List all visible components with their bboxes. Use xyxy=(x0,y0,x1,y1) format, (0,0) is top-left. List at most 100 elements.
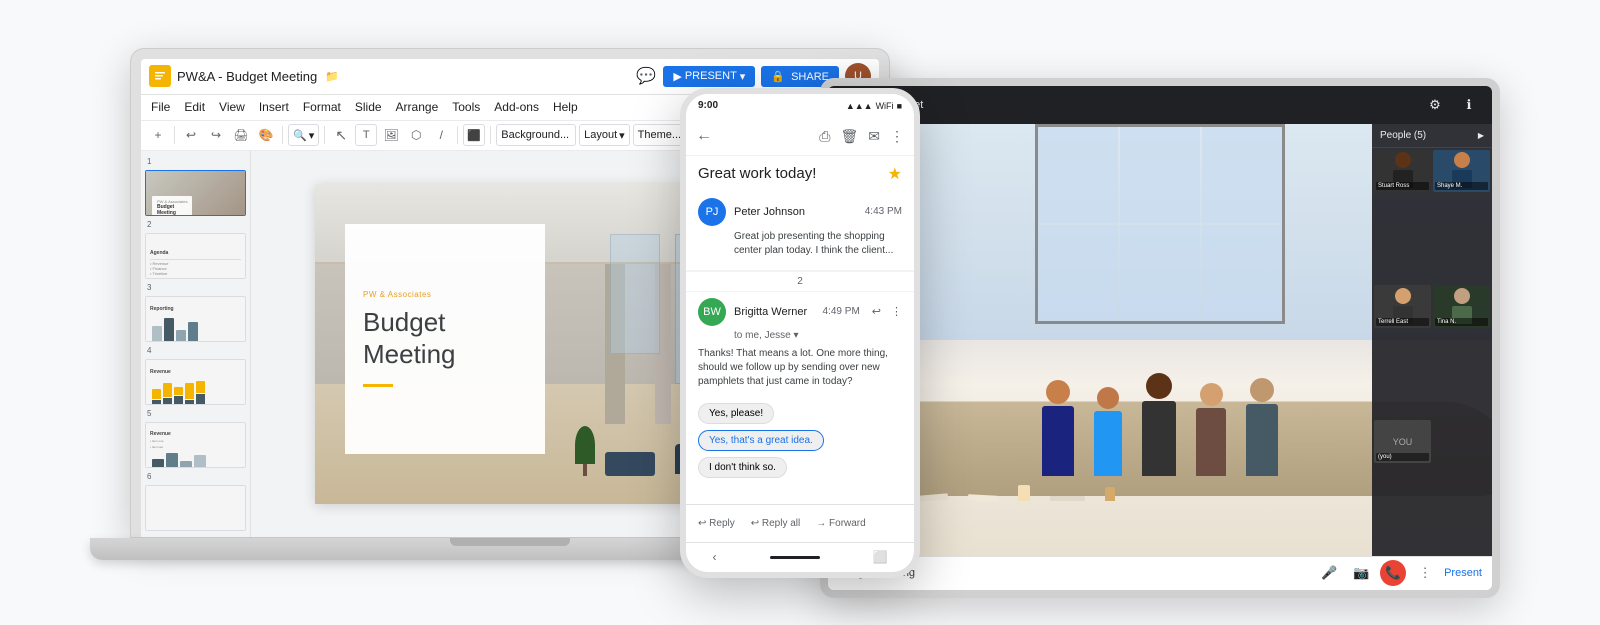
phone-status-bar: 9:00 ▲▲▲ WiFi ■ xyxy=(686,94,914,118)
smart-reply-3[interactable]: I don't think so. xyxy=(698,457,787,478)
sender-row-1: PJ Peter Johnson 4:43 PM xyxy=(698,198,902,226)
pt-head-1 xyxy=(1395,152,1411,168)
theme-btn[interactable]: Theme... xyxy=(633,124,686,146)
person-1 xyxy=(1042,380,1074,476)
slide-thumb-1[interactable]: PW & Associates Budget Meeting xyxy=(145,170,246,216)
nav-home-indicator[interactable] xyxy=(770,556,820,559)
toolbar-sep5 xyxy=(490,126,491,144)
nav-back-btn[interactable]: ‹ xyxy=(713,550,717,564)
textbox-btn[interactable]: T xyxy=(355,124,377,146)
mail-icon[interactable]: ✉ xyxy=(868,128,880,145)
present-link[interactable]: Present xyxy=(1444,567,1482,579)
drive-icon: 📁 xyxy=(325,70,339,83)
more-icon[interactable]: ⋮ xyxy=(890,128,904,145)
more-options-button[interactable]: ⋮ xyxy=(1412,560,1438,586)
paper-2 xyxy=(968,494,998,502)
back-button[interactable]: ← xyxy=(696,127,712,145)
email-message-1: PJ Peter Johnson 4:43 PM Great job prese… xyxy=(686,192,914,271)
zoom-dropdown[interactable]: 🔍 ▾ xyxy=(288,124,319,146)
people-thumb-1: Stuart Ross xyxy=(1374,150,1431,193)
reply-button[interactable]: ↩ Reply xyxy=(698,518,735,529)
person-2 xyxy=(1094,387,1122,476)
redo-btn[interactable]: ↪ xyxy=(205,124,227,146)
menu-view[interactable]: View xyxy=(213,98,251,116)
print-btn[interactable]: 🖨 xyxy=(230,124,252,146)
camera-button[interactable]: 📷 xyxy=(1348,560,1374,586)
menu-edit[interactable]: Edit xyxy=(178,98,211,116)
slide-thumb-6[interactable] xyxy=(145,485,246,531)
table-items xyxy=(908,485,1352,501)
mic-button[interactable]: 🎤 xyxy=(1316,560,1342,586)
more-icon-msg[interactable]: ⋮ xyxy=(891,305,902,318)
person-3 xyxy=(1142,373,1176,476)
battery-icon: ■ xyxy=(897,101,902,111)
person-4 xyxy=(1196,383,1226,476)
line-btn[interactable]: / xyxy=(430,124,452,146)
phone-nav-bar: ‹ ⬜ xyxy=(686,542,914,572)
menu-arrange[interactable]: Arrange xyxy=(390,98,445,116)
menu-tools[interactable]: Tools xyxy=(446,98,486,116)
end-call-button[interactable]: 📞 xyxy=(1380,560,1406,586)
layout-btn[interactable]: Layout ▾ xyxy=(579,124,630,146)
meet-controls: 🎤 📷 📞 ⋮ Present xyxy=(1316,560,1482,586)
menu-addons[interactable]: Add-ons xyxy=(488,98,545,116)
sender-avatar-2: BW xyxy=(698,298,726,326)
forward-button[interactable]: → Forward xyxy=(816,518,865,529)
pt-head-3 xyxy=(1395,288,1411,304)
person-5-head xyxy=(1250,378,1274,402)
menu-format[interactable]: Format xyxy=(297,98,347,116)
person-4-head xyxy=(1200,383,1223,406)
menu-file[interactable]: File xyxy=(145,98,176,116)
nav-square-btn[interactable]: ⬜ xyxy=(873,550,888,564)
slide-num-6: 6 xyxy=(145,472,246,481)
people-collapse-icon[interactable]: ▶ xyxy=(1478,131,1484,140)
slide-thumb-4[interactable]: Revenue xyxy=(145,359,246,405)
reply-all-button[interactable]: ↩ Reply all xyxy=(751,518,801,529)
menu-insert[interactable]: Insert xyxy=(253,98,295,116)
person-1-body xyxy=(1042,406,1074,476)
email-body-2: Thanks! That means a lot. One more thing… xyxy=(698,347,902,397)
sender-info-1: Peter Johnson xyxy=(734,206,857,218)
present-button[interactable]: ▶ PRESENT ▾ xyxy=(663,66,755,87)
slide-thumb-5[interactable]: Revenue • Item one • Item two xyxy=(145,422,246,468)
scene: PW&A - Budget Meeting 📁 💬 ▶ PRESENT ▾ 🔒 xyxy=(100,18,1500,608)
shape-btn[interactable]: ⬡ xyxy=(405,124,427,146)
meet-settings-icon[interactable]: ⚙ xyxy=(1422,92,1448,118)
paint-format-btn[interactable]: 🎨 xyxy=(255,124,277,146)
wifi-icon: WiFi xyxy=(876,101,894,111)
person-5-body xyxy=(1246,404,1278,476)
email-expander[interactable]: 2 xyxy=(686,271,914,292)
add-btn[interactable]: + xyxy=(147,124,169,146)
cursor-btn[interactable]: ↖ xyxy=(330,124,352,146)
slides-app-icon xyxy=(149,65,171,87)
people-thumb-2: Shaye M. xyxy=(1433,150,1490,193)
meet-toolbar: ☰ Google Meet ⚙ ℹ xyxy=(828,86,1492,124)
star-icon[interactable]: ★ xyxy=(888,164,902,184)
slide-thumb-3[interactable]: Reporting xyxy=(145,296,246,342)
smart-reply-2[interactable]: Yes, that's a great idea. xyxy=(698,430,824,451)
person-5 xyxy=(1246,378,1278,476)
comment-icon[interactable]: 💬 xyxy=(635,65,657,87)
sender-avatar-1: PJ xyxy=(698,198,726,226)
menu-help[interactable]: Help xyxy=(547,98,584,116)
email-subject-bar: Great work today! ★ xyxy=(686,156,914,192)
delete-icon[interactable]: 🗑 xyxy=(840,128,858,145)
email-body-1: Great job presenting the shopping center… xyxy=(698,230,902,264)
menu-slide[interactable]: Slide xyxy=(349,98,388,116)
image-btn[interactable]: 🖼 xyxy=(380,124,402,146)
email-to-line: to me, Jesse ▾ xyxy=(698,330,902,341)
slides-doc-title: PW&A - Budget Meeting xyxy=(177,69,317,84)
slide-num-5: 5 xyxy=(145,409,246,418)
people-header: People (5) ▶ xyxy=(1372,124,1492,148)
smart-reply-1[interactable]: Yes, please! xyxy=(698,403,774,424)
background-btn[interactable]: Background... xyxy=(496,124,576,146)
phone-status-icons: ▲▲▲ WiFi ■ xyxy=(846,101,902,111)
more-shapes-btn[interactable]: ⬛ xyxy=(463,124,485,146)
meet-info-icon[interactable]: ℹ xyxy=(1456,92,1482,118)
slide-thumb-2[interactable]: Agenda • Revenue • Finance • Timeline xyxy=(145,233,246,279)
archive-icon[interactable]: ⎙ xyxy=(819,128,830,145)
toolbar-icons: ⎙ 🗑 ✉ ⋮ xyxy=(819,128,904,145)
undo-btn[interactable]: ↩ xyxy=(180,124,202,146)
slide-num-4: 4 xyxy=(145,346,246,355)
tablet-screen: ☰ Google Meet ⚙ ℹ xyxy=(820,78,1500,598)
